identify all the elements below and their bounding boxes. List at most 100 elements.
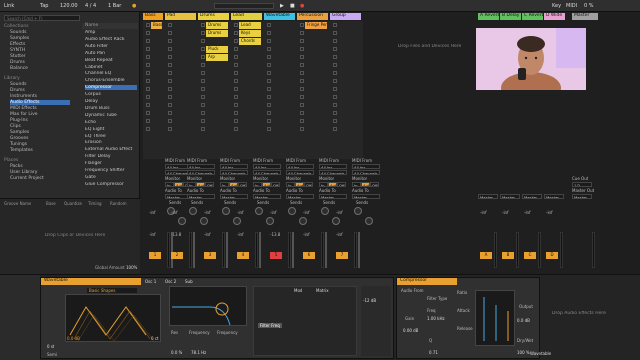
track-activator-button[interactable]: 3 xyxy=(204,252,216,259)
return-output-menu[interactable]: Master xyxy=(522,194,542,199)
category-synth[interactable]: SYNTH xyxy=(10,48,25,53)
track-header[interactable]: Wavetable xyxy=(264,13,295,20)
library-tunings[interactable]: Tunings xyxy=(10,142,27,147)
volume-fader[interactable] xyxy=(193,232,195,268)
clip-slot-button[interactable] xyxy=(201,103,205,107)
monitor-button[interactable]: In xyxy=(187,182,196,187)
clip-slot-button[interactable] xyxy=(201,23,205,27)
clip-slot-button[interactable] xyxy=(201,71,205,75)
send-knob[interactable] xyxy=(200,217,208,225)
track-header[interactable]: Lead xyxy=(231,13,262,20)
volume-fader[interactable] xyxy=(358,232,360,268)
clip-slot-button[interactable] xyxy=(168,47,172,51)
clip-slot-button[interactable] xyxy=(234,111,238,115)
monitor-button[interactable]: Off xyxy=(370,182,379,187)
clip-slot-button[interactable] xyxy=(300,103,304,107)
monitor-button[interactable]: Auto xyxy=(361,182,370,187)
clip-slot-button[interactable] xyxy=(267,63,271,67)
clip-slot-button[interactable] xyxy=(234,127,238,131)
output-menu[interactable]: Master xyxy=(286,194,314,199)
clip-slot-button[interactable] xyxy=(168,23,172,27)
clip-slot-button[interactable] xyxy=(267,127,271,131)
browser-search-input[interactable]: Search (Cmd + F) xyxy=(4,15,80,21)
output-menu[interactable]: Master xyxy=(253,194,281,199)
clip-slot-button[interactable] xyxy=(168,71,172,75)
send-knob[interactable] xyxy=(332,217,340,225)
metronome-icon[interactable]: ● xyxy=(132,3,136,9)
osc-gain-value[interactable]: 0.0 dB xyxy=(67,336,80,341)
send-knob[interactable] xyxy=(178,217,186,225)
clip-slot-button[interactable] xyxy=(333,39,337,43)
return-header[interactable]: C Reverb xyxy=(522,13,543,20)
clip-slot-button[interactable] xyxy=(146,31,150,35)
browser-item[interactable]: Corpus xyxy=(85,92,137,97)
send-knob[interactable] xyxy=(299,217,307,225)
clip-slot-button[interactable] xyxy=(234,87,238,91)
stop-icon[interactable]: ■ xyxy=(290,3,295,9)
clip-slot-button[interactable] xyxy=(300,71,304,75)
clip-slot-button[interactable] xyxy=(234,55,238,59)
clip-slot-button[interactable] xyxy=(201,79,205,83)
send-value[interactable]: -inf xyxy=(303,210,310,215)
monitor-button[interactable]: Off xyxy=(337,182,346,187)
monitor-button[interactable]: Auto xyxy=(229,182,238,187)
tap-button[interactable]: Tap xyxy=(40,3,48,9)
return-output-menu[interactable]: Master xyxy=(500,194,520,199)
track-header[interactable]: Pad xyxy=(165,13,196,20)
clip-slot-button[interactable] xyxy=(234,39,238,43)
monitor-button[interactable]: Off xyxy=(238,182,247,187)
category-effects[interactable]: Effects xyxy=(10,42,25,47)
return-output-menu[interactable]: Master xyxy=(544,194,564,199)
send-value[interactable]: -inf xyxy=(171,210,178,215)
wavetable-title[interactable]: Wavetable xyxy=(41,278,141,285)
track-activator-button[interactable]: 5 xyxy=(270,252,282,259)
send-knob[interactable] xyxy=(233,217,241,225)
input-channel-menu[interactable]: All Channels xyxy=(253,170,281,175)
input-channel-menu[interactable]: All Channels xyxy=(220,170,248,175)
browser-item[interactable]: Compressor xyxy=(85,85,137,91)
output-menu[interactable]: Master xyxy=(352,194,380,199)
library-max-for-live[interactable]: Max for Live xyxy=(10,112,38,117)
clip-slot-button[interactable] xyxy=(267,23,271,27)
category-balance[interactable]: Balance xyxy=(10,66,28,71)
output-menu[interactable]: Master xyxy=(319,194,347,199)
clip-slot-button[interactable] xyxy=(146,39,150,43)
detune-value[interactable]: 0 ct xyxy=(151,336,159,341)
volume-value[interactable]: -13.8 xyxy=(171,232,181,237)
clip-slot-button[interactable] xyxy=(267,103,271,107)
clip-slot-button[interactable] xyxy=(333,23,337,27)
return-send-value[interactable]: -inf xyxy=(546,210,553,215)
clip-slot-button[interactable] xyxy=(333,103,337,107)
tempo-field[interactable]: 120.00 xyxy=(60,3,78,9)
send-knob[interactable] xyxy=(365,217,373,225)
clip-slot-button[interactable] xyxy=(146,127,150,131)
clip-slot-button[interactable] xyxy=(234,95,238,99)
clip-slot-button[interactable] xyxy=(300,95,304,99)
browser-item[interactable]: EQ Three xyxy=(85,134,137,139)
compressor-display[interactable] xyxy=(475,290,515,346)
groove-name-header[interactable]: Groove Name xyxy=(4,201,31,206)
clip-slot-button[interactable] xyxy=(146,55,150,59)
clip-slot-button[interactable] xyxy=(234,23,238,27)
track-activator-button[interactable]: 4 xyxy=(237,252,249,259)
library-samples[interactable]: Samples xyxy=(10,130,29,135)
time-signature[interactable]: 4 / 4 xyxy=(85,3,96,9)
clip-slot-button[interactable] xyxy=(201,63,205,67)
input-channel-menu[interactable]: All Channels xyxy=(187,170,215,175)
category-drums[interactable]: Drums xyxy=(10,60,25,65)
clip[interactable]: Drums xyxy=(206,30,228,37)
library-drums[interactable]: Drums xyxy=(10,88,25,93)
clip-slot-button[interactable] xyxy=(146,111,150,115)
monitor-button[interactable]: Off xyxy=(205,182,214,187)
library-templates[interactable]: Templates xyxy=(10,148,33,153)
monitor-button[interactable]: Off xyxy=(304,182,313,187)
places-user-library[interactable]: User Library xyxy=(10,170,37,175)
clip-slot-button[interactable] xyxy=(300,63,304,67)
track-activator-button[interactable]: 2 xyxy=(171,252,183,259)
clip-slot-button[interactable] xyxy=(201,119,205,123)
clip-slot-button[interactable] xyxy=(201,127,205,131)
clip-slot-button[interactable] xyxy=(333,71,337,75)
clip-slot-button[interactable] xyxy=(201,47,205,51)
browser-item[interactable]: Channel EQ xyxy=(85,71,137,76)
monitor-button[interactable]: Auto xyxy=(174,182,183,187)
